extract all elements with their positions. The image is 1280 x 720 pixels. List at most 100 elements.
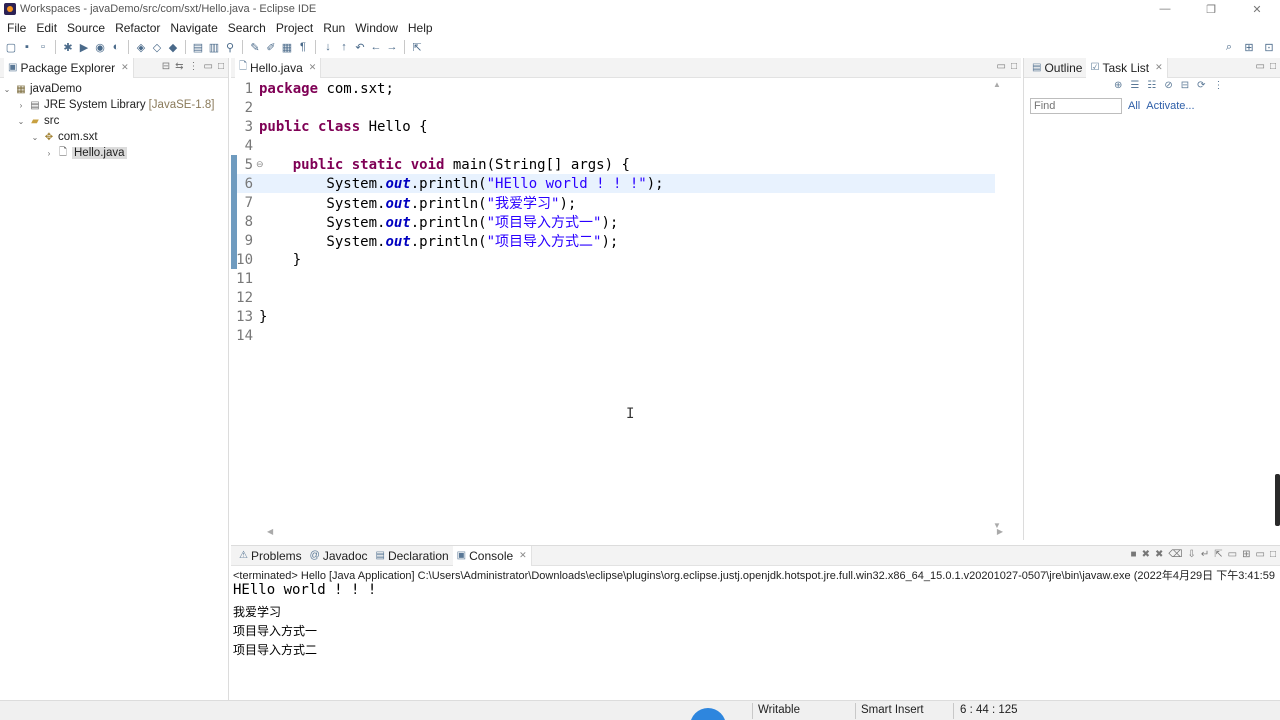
open-perspective-icon[interactable]: ⊞: [1242, 40, 1256, 54]
java-perspective-icon[interactable]: ⊡: [1262, 40, 1276, 54]
back-icon[interactable]: ←: [369, 40, 383, 54]
clear-console-icon[interactable]: ⌫: [1168, 549, 1182, 560]
debug-icon[interactable]: ✱: [61, 40, 75, 54]
minimize-view-icon[interactable]: ▭: [204, 61, 213, 72]
tree-item-src[interactable]: ⌄ ▰ src: [0, 113, 228, 129]
tree-item-hello-java[interactable]: › 🗋 Hello.java: [0, 145, 228, 161]
collapse-all-icon[interactable]: ⊟: [162, 61, 170, 72]
link-editor-icon[interactable]: ⇆: [175, 61, 183, 72]
minimize-view-icon[interactable]: ▭: [1256, 61, 1265, 72]
menu-help[interactable]: Help: [403, 21, 438, 35]
hide-completed-icon[interactable]: ⊘: [1164, 80, 1172, 91]
new-icon[interactable]: ▢: [4, 40, 18, 54]
code-line[interactable]: 9 System.out.println("项目导入方式二");: [231, 231, 995, 250]
save-all-icon[interactable]: ▫: [36, 40, 50, 54]
code-line[interactable]: 12: [231, 288, 995, 307]
expand-arrow-icon[interactable]: ›: [16, 101, 26, 110]
open-folder-icon[interactable]: ▥: [207, 40, 221, 54]
code-editor[interactable]: 1 package com.sxt; 2 3 public class Hello {4…: [231, 79, 1003, 529]
menu-project[interactable]: Project: [271, 21, 318, 35]
filter-icon[interactable]: ⋮: [189, 61, 199, 72]
menu-search[interactable]: Search: [223, 21, 271, 35]
tab-declaration[interactable]: ▤ Declaration: [372, 546, 453, 566]
expand-arrow-icon[interactable]: ›: [44, 149, 54, 158]
scroll-left-icon[interactable]: ◀: [267, 527, 273, 536]
code-line[interactable]: 10 }: [231, 250, 995, 269]
close-button[interactable]: ✕: [1234, 0, 1280, 18]
find-input[interactable]: [1030, 98, 1122, 114]
display-console-icon[interactable]: ▭: [1228, 549, 1237, 560]
new-java-project-icon[interactable]: ◈: [134, 40, 148, 54]
maximize-view-icon[interactable]: □: [1270, 61, 1276, 72]
code-line[interactable]: 8 System.out.println("项目导入方式一");: [231, 212, 995, 231]
pin-console-icon[interactable]: ⇱: [1214, 549, 1222, 560]
new-package-icon[interactable]: ◇: [150, 40, 164, 54]
terminate-icon[interactable]: ■: [1131, 549, 1137, 560]
run-icon[interactable]: ▶: [77, 40, 91, 54]
activate-link[interactable]: Activate...: [1146, 100, 1194, 112]
categorized-icon[interactable]: ☰: [1130, 80, 1139, 91]
scroll-lock-icon[interactable]: ⇩: [1187, 549, 1195, 560]
remove-all-icon[interactable]: ✖: [1155, 549, 1163, 560]
tab-hello-java[interactable]: 🗋 Hello.java ✕: [235, 57, 322, 78]
scroll-right-icon[interactable]: ▶: [997, 527, 1003, 536]
code-line[interactable]: 5 public static void main(String[] args)…: [231, 155, 995, 174]
close-icon[interactable]: ✕: [309, 62, 317, 73]
save-icon[interactable]: ▪: [20, 40, 34, 54]
code-line[interactable]: 4: [231, 136, 995, 155]
external-tools-icon[interactable]: ◐: [109, 40, 123, 54]
tab-outline[interactable]: ▤ Outline: [1028, 58, 1086, 78]
next-annotation-icon[interactable]: ↓: [321, 40, 335, 54]
previous-annotation-icon[interactable]: ↑: [337, 40, 351, 54]
forward-icon[interactable]: →: [385, 40, 399, 54]
tab-console[interactable]: ▣ Console ✕: [452, 545, 532, 566]
open-type-icon[interactable]: ▤: [191, 40, 205, 54]
code-line[interactable]: 11: [231, 269, 995, 288]
last-edit-icon[interactable]: ↶: [353, 40, 367, 54]
code-line[interactable]: 2: [231, 98, 995, 117]
word-wrap-icon[interactable]: ↵: [1201, 549, 1209, 560]
menu-window[interactable]: Window: [350, 21, 403, 35]
tab-package-explorer[interactable]: ▣ Package Explorer ✕: [4, 57, 134, 78]
view-menu-icon[interactable]: ⋮: [1214, 80, 1224, 91]
menu-source[interactable]: Source: [62, 21, 110, 35]
menu-run[interactable]: Run: [318, 21, 350, 35]
minimize-view-icon[interactable]: ▭: [997, 61, 1006, 72]
annotation-icon[interactable]: ✎: [248, 40, 262, 54]
remove-launch-icon[interactable]: ✖: [1142, 549, 1150, 560]
code-line[interactable]: 14: [231, 326, 995, 345]
open-console-icon[interactable]: ⊞: [1242, 549, 1250, 560]
close-icon[interactable]: ✕: [1155, 62, 1163, 73]
scroll-up-icon[interactable]: ▲: [993, 80, 1001, 89]
code-line[interactable]: 13}: [231, 307, 995, 326]
maximize-view-icon[interactable]: □: [1011, 61, 1017, 72]
close-icon[interactable]: ✕: [519, 550, 527, 561]
maximize-view-icon[interactable]: □: [1270, 549, 1276, 560]
minimize-view-icon[interactable]: ▭: [1256, 549, 1265, 560]
expand-arrow-icon[interactable]: ⌄: [2, 85, 12, 94]
scheduled-icon[interactable]: ☷: [1147, 80, 1156, 91]
collapse-all-icon[interactable]: ⊟: [1181, 80, 1189, 91]
block-selection-icon[interactable]: ▦: [280, 40, 294, 54]
maximize-view-icon[interactable]: □: [218, 61, 224, 72]
fold-icon[interactable]: ⊖: [256, 159, 264, 170]
menu-edit[interactable]: Edit: [31, 21, 62, 35]
code-line[interactable]: 6 System.out.println("HEllo world ! ! !"…: [231, 174, 995, 193]
close-icon[interactable]: ✕: [121, 62, 129, 73]
menu-navigate[interactable]: Navigate: [165, 21, 222, 35]
all-link[interactable]: All: [1128, 100, 1140, 112]
search-toolbar-icon[interactable]: ⚲: [223, 40, 237, 54]
mark-occurrences-icon[interactable]: ✐: [264, 40, 278, 54]
tree-item-package[interactable]: ⌄ ✥ com.sxt: [0, 129, 228, 145]
new-class-icon[interactable]: ◆: [166, 40, 180, 54]
search-icon[interactable]: ⌕: [1222, 40, 1236, 54]
minimize-button[interactable]: —: [1142, 0, 1188, 18]
sync-icon[interactable]: ⟳: [1197, 80, 1205, 91]
menu-refactor[interactable]: Refactor: [110, 21, 165, 35]
show-whitespace-icon[interactable]: ¶: [296, 40, 310, 54]
horizontal-scrollbar[interactable]: ◀ ▶: [231, 527, 1003, 537]
restore-button[interactable]: ❐: [1188, 0, 1234, 18]
tree-item-jre[interactable]: › ▤ JRE System Library [JavaSE-1.8]: [0, 97, 228, 113]
tree-item-project[interactable]: ⌄ ▦ javaDemo: [0, 81, 228, 97]
expand-arrow-icon[interactable]: ⌄: [16, 117, 26, 126]
